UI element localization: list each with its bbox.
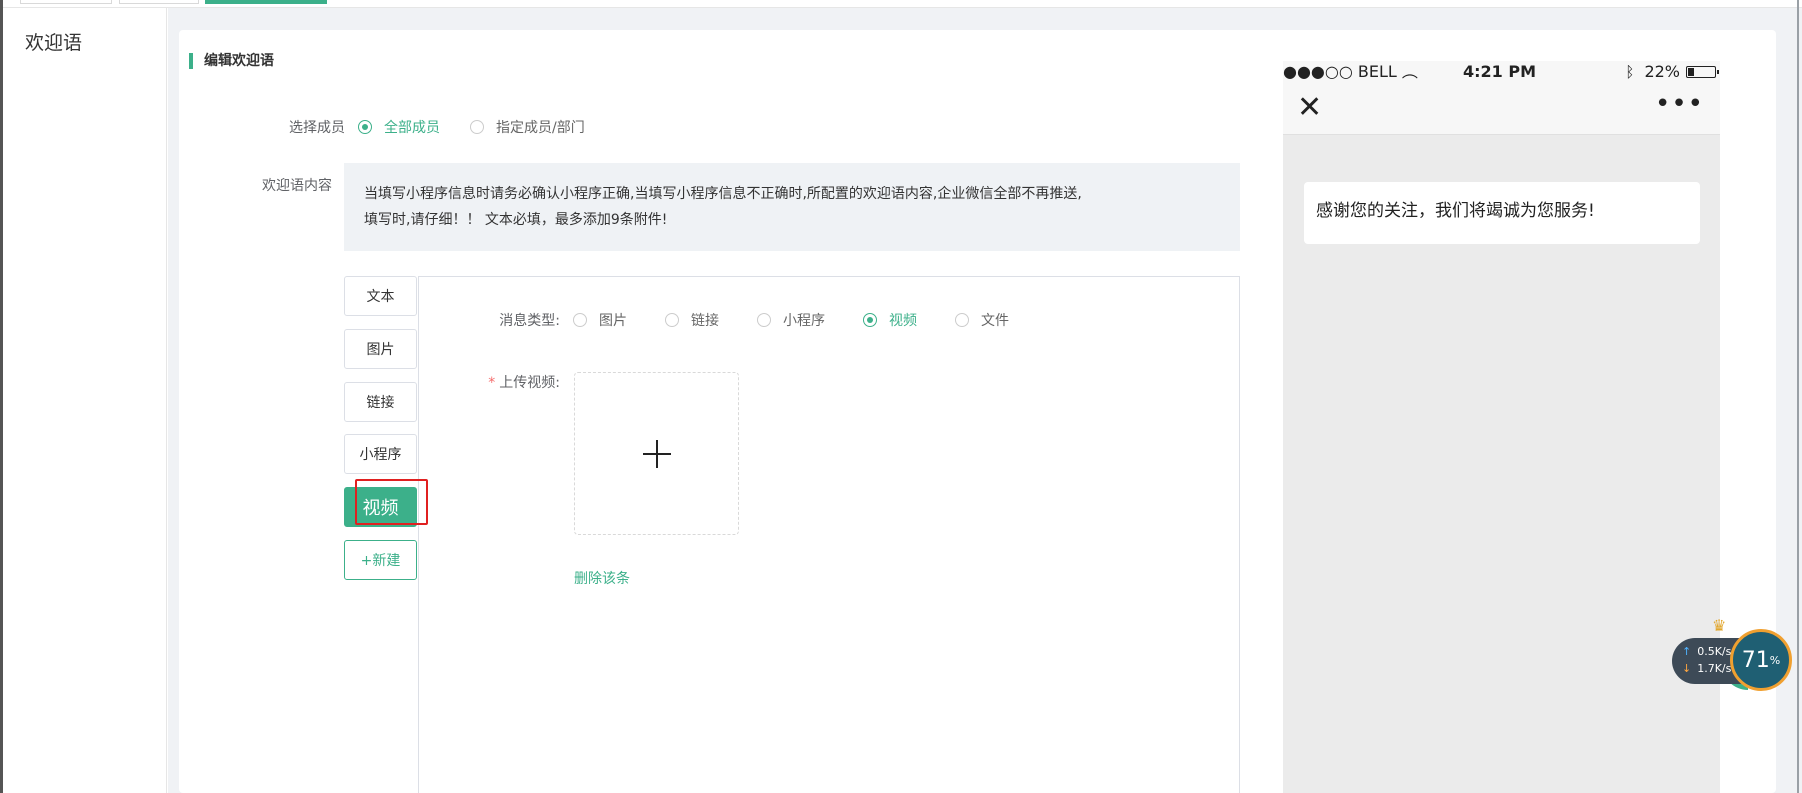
close-icon[interactable]: ✕ (1297, 93, 1322, 123)
radio-label: 视频 (889, 313, 917, 329)
radio-dot (665, 313, 679, 327)
plus-icon (642, 439, 671, 468)
more-icon[interactable]: ••• (1655, 89, 1704, 119)
radio-type-link[interactable]: 链接 (665, 310, 719, 330)
arrow-up-icon: ↑ (1682, 645, 1692, 658)
radio-type-mini-program[interactable]: 小程序 (757, 310, 825, 330)
notice-line-1: 当填写小程序信息时请务必确认小程序正确,当填写小程序信息不正确时,所配置的欢迎语… (364, 186, 1082, 202)
tab-text[interactable]: 文本 (344, 276, 417, 316)
radio-type-image[interactable]: 图片 (573, 310, 627, 330)
radio-dot (757, 313, 771, 327)
carrier-signal: ●●●○○ BELL ︵ (1283, 61, 1418, 83)
message-type-label: 消息类型: (499, 313, 560, 329)
message-type-radio-group: 图片 链接 小程序 视频 文件 (573, 310, 1039, 330)
top-tab-2[interactable] (119, 0, 199, 4)
radio-dot (863, 313, 877, 327)
upload-video-label-text: 上传视频: (499, 375, 560, 391)
bluetooth-icon: ᛒ (1625, 63, 1635, 81)
radio-label: 指定成员/部门 (496, 120, 585, 136)
message-editor (418, 276, 1240, 793)
radio-label: 小程序 (783, 313, 825, 329)
tab-mini-program[interactable]: 小程序 (344, 434, 417, 474)
radio-dot (470, 120, 484, 134)
section-title: 编辑欢迎语 (189, 50, 274, 72)
upload-video-label: * 上传视频: (470, 372, 560, 392)
required-star: * (488, 375, 496, 391)
welcome-message-bubble: 感谢您的关注，我们将竭诚为您服务! (1304, 182, 1700, 244)
arrow-down-icon: ↓ (1682, 662, 1692, 675)
wifi-icon: ︵ (1401, 62, 1418, 81)
members-label: 选择成员 (289, 120, 345, 136)
highlight-annotation (355, 479, 428, 525)
status-time: 4:21 PM (1463, 62, 1537, 81)
battery-icon (1686, 66, 1719, 78)
tab-link[interactable]: 链接 (344, 382, 417, 422)
sidebar: 欢迎语 (3, 8, 167, 793)
top-tab-1[interactable] (20, 0, 112, 4)
radio-all-members[interactable]: 全部成员 (358, 117, 440, 137)
gauge-unit: % (1769, 653, 1781, 667)
radio-dot (573, 313, 587, 327)
radio-dot (358, 120, 372, 134)
delete-item-link[interactable]: 删除该条 (574, 568, 630, 588)
battery-percent: 22% (1644, 62, 1680, 81)
status-right: ᛒ 22% (1625, 61, 1719, 83)
phone-nav-bar: ✕ ••• (1283, 83, 1720, 135)
notice-box: 当填写小程序信息时请务必确认小程序正确,当填写小程序信息不正确时,所配置的欢迎语… (344, 163, 1240, 251)
radio-label: 图片 (599, 313, 627, 329)
radio-specific-members[interactable]: 指定成员/部门 (470, 117, 585, 137)
content-label: 欢迎语内容 (262, 178, 332, 194)
upload-speed: ↑ 0.5K/s (1682, 645, 1731, 658)
radio-type-video[interactable]: 视频 (863, 310, 917, 330)
add-new-button[interactable]: +新建 (344, 540, 417, 580)
window-right-edge (1797, 0, 1799, 793)
top-tab-bar (0, 0, 1802, 8)
phone-preview: ●●●○○ BELL ︵ 4:21 PM ᛒ 22% ✕ ••• 感谢您的关注，… (1283, 61, 1720, 793)
tab-image[interactable]: 图片 (344, 329, 417, 369)
radio-dot (955, 313, 969, 327)
radio-type-file[interactable]: 文件 (955, 310, 1009, 330)
upload-video-box[interactable] (574, 372, 739, 535)
gauge-value: 71 (1741, 647, 1770, 673)
phone-status-bar: ●●●○○ BELL ︵ 4:21 PM ᛒ 22% (1283, 61, 1720, 83)
radio-label: 文件 (981, 313, 1009, 329)
carrier-text: ●●●○○ BELL (1283, 62, 1397, 81)
vip-crown-icon: ♛ (1712, 616, 1727, 635)
members-radio-group: 全部成员 指定成员/部门 (358, 117, 615, 137)
memory-gauge[interactable]: 71% (1730, 629, 1792, 691)
sidebar-title[interactable]: 欢迎语 (25, 28, 82, 55)
top-tab-active[interactable] (205, 0, 327, 4)
download-speed: ↓ 1.7K/s (1682, 662, 1731, 675)
radio-label: 链接 (691, 313, 719, 329)
upload-speed-value: 0.5K/s (1697, 645, 1732, 658)
download-speed-value: 1.7K/s (1697, 662, 1732, 675)
notice-line-2: 填写时,请仔细！！ 文本必填，最多添加9条附件! (364, 212, 668, 228)
radio-label: 全部成员 (384, 120, 440, 136)
